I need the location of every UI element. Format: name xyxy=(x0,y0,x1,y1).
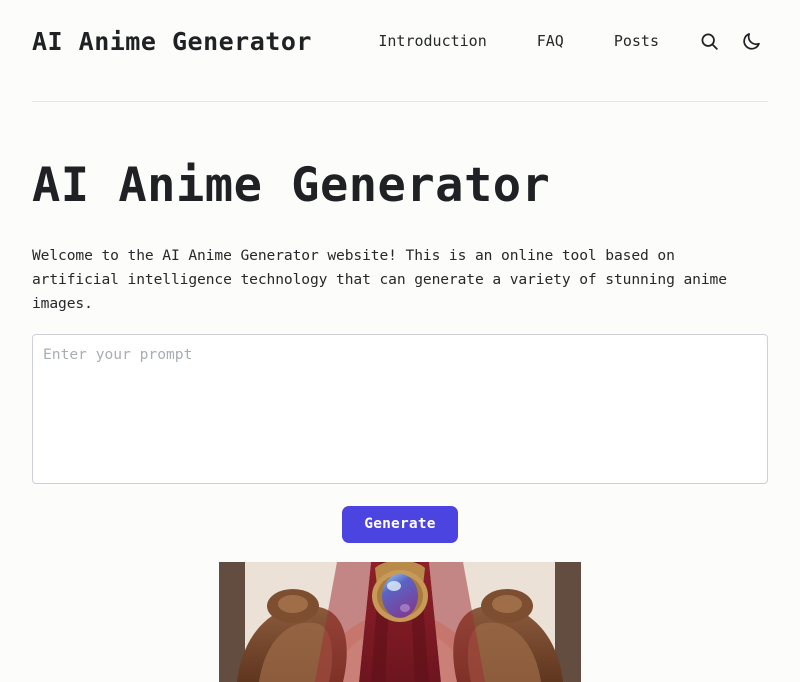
page-root: AI Anime Generator Introduction FAQ Post… xyxy=(0,0,800,682)
prompt-input[interactable] xyxy=(32,333,768,484)
primary-navigation: Introduction FAQ Posts xyxy=(353,24,768,58)
site-header: AI Anime Generator Introduction FAQ Post… xyxy=(0,0,800,102)
nav-link-faq[interactable]: FAQ xyxy=(512,32,589,50)
site-logo[interactable]: AI Anime Generator xyxy=(32,27,312,56)
main-content: AI Anime Generator Welcome to the AI Ani… xyxy=(32,102,768,682)
dark-mode-toggle[interactable] xyxy=(734,24,768,58)
generated-image[interactable] xyxy=(219,562,581,682)
header-inner: AI Anime Generator Introduction FAQ Post… xyxy=(32,24,768,58)
nav-link-posts[interactable]: Posts xyxy=(589,32,684,50)
generate-button-row: Generate xyxy=(32,505,768,544)
intro-paragraph: Welcome to the AI Anime Generator websit… xyxy=(32,246,727,312)
search-button[interactable] xyxy=(692,24,726,58)
page-title: AI Anime Generator xyxy=(32,158,551,213)
moon-icon xyxy=(741,31,762,52)
result-image-row xyxy=(32,562,768,682)
search-icon xyxy=(699,31,720,52)
nav-link-introduction[interactable]: Introduction xyxy=(353,32,511,50)
generate-button[interactable]: Generate xyxy=(342,505,458,544)
